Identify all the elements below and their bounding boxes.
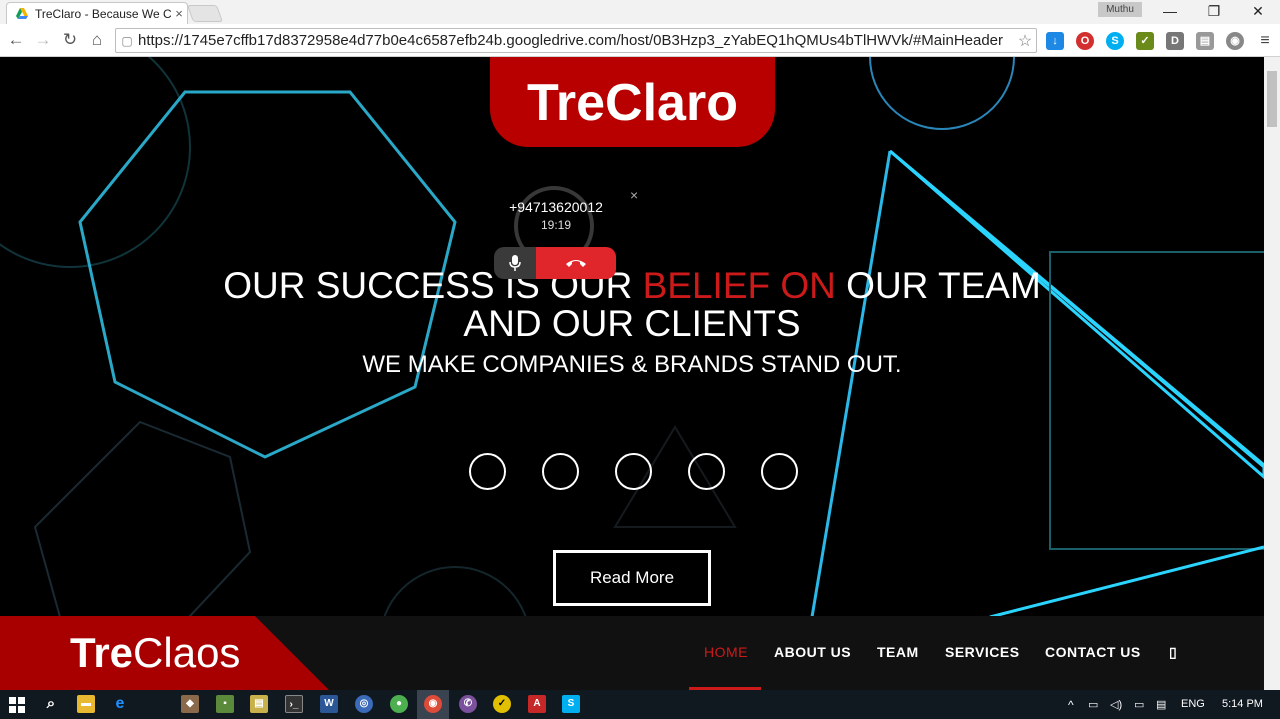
windows-start-icon[interactable] (9, 697, 25, 713)
bookmark-star-icon[interactable]: ☆ (1014, 31, 1036, 51)
windows-taskbar: ⌕ ▬ e ◆ ▪ ▤ ›_ W ◎ ● ◉ ✆ ✓ A S ^ ▭ ◁) ▭ … (0, 690, 1280, 719)
hero-logo[interactable]: TreClaro (490, 57, 775, 147)
call-duration: 19:19 (540, 218, 572, 232)
back-icon[interactable]: ← (5, 29, 27, 51)
main-navbar: TreClaos HOME ABOUT US TEAM SERVICES CON… (0, 616, 1264, 690)
edge-icon[interactable]: e (111, 695, 129, 713)
title-bar: TreClaro - Because We Car × Muthu — ❐ ✕ (0, 0, 1280, 24)
google-drive-icon (16, 7, 28, 19)
slider-dot[interactable] (469, 453, 506, 490)
new-tab-button[interactable] (186, 5, 224, 22)
notification-icon[interactable]: ▤ (1156, 698, 1166, 711)
notepad-icon[interactable]: ▤ (250, 695, 268, 713)
slider-dot[interactable] (761, 453, 798, 490)
close-window-button[interactable]: ✕ (1236, 0, 1280, 22)
hang-up-button[interactable] (536, 247, 616, 279)
tab-title: TreClaro - Because We Car (35, 6, 171, 21)
volume-icon[interactable]: ◁) (1110, 698, 1122, 711)
navbar-logo[interactable]: TreClaos (0, 616, 330, 690)
hero-logo-text: TreClaro (527, 74, 738, 132)
slider-dot[interactable] (542, 453, 579, 490)
tray-chevron-icon[interactable]: ^ (1068, 698, 1074, 712)
page-scrollbar[interactable] (1264, 57, 1280, 690)
url-text[interactable]: https://1745e7cffb17d8372958e4d77b0e4c65… (138, 32, 1014, 49)
norton-icon[interactable]: ✓ (493, 695, 511, 713)
pages-icon[interactable]: ▤ (1196, 32, 1214, 50)
home-icon[interactable]: ⌂ (86, 29, 108, 51)
network-icon[interactable]: ▭ (1088, 698, 1098, 711)
chrome-icon[interactable]: ◉ (424, 695, 442, 713)
read-more-button[interactable]: Read More (553, 550, 711, 606)
skype-icon[interactable]: S (1106, 32, 1124, 50)
headline-part2: OUR TEAM (835, 265, 1041, 306)
call-close-icon[interactable]: × (630, 187, 638, 203)
forward-icon[interactable]: → (32, 29, 54, 51)
cmd-icon[interactable]: ›_ (285, 695, 303, 713)
app-icon[interactable]: ◆ (181, 695, 199, 713)
navbar-logo-text: TreClaos (70, 629, 241, 676)
file-explorer-icon[interactable]: ▬ (77, 695, 95, 713)
search-icon[interactable]: ⌕ (42, 695, 60, 713)
page-content: TreClaro OUR SUCCESS IS OUR BELIEF ON OU… (0, 57, 1264, 690)
hero-subline: WE MAKE COMPANIES & BRANDS STAND OUT. (362, 351, 902, 378)
minimize-button[interactable]: — (1148, 0, 1192, 22)
nav-search-icon[interactable]: ▯ (1169, 644, 1177, 661)
headline-accent: BELIEF ON (642, 265, 836, 306)
nav-about-us[interactable]: ABOUT US (774, 644, 851, 660)
app-green-icon[interactable]: ● (390, 695, 408, 713)
nav-home[interactable]: HOME (704, 644, 748, 660)
page-icon: ▢ (121, 33, 133, 48)
slider-dot[interactable] (688, 453, 725, 490)
call-number: +94713620012 (509, 199, 603, 215)
microphone-icon (509, 255, 521, 271)
menu-icon[interactable]: ≡ (1256, 32, 1274, 50)
reload-icon[interactable]: ↻ (59, 29, 81, 51)
download-icon[interactable]: ↓ (1046, 32, 1064, 50)
tab-close-icon[interactable]: × (171, 6, 187, 21)
slider-dot[interactable] (615, 453, 652, 490)
viber-icon[interactable]: ✆ (459, 695, 477, 713)
browser-toolbar: ← → ↻ ⌂ ▢ https://1745e7cffb17d8372958e4… (0, 24, 1280, 57)
headline-line2: AND OUR CLIENTS (463, 303, 801, 344)
word-icon[interactable]: W (320, 695, 338, 713)
app-blue-icon[interactable]: ◎ (355, 695, 373, 713)
browser-tab[interactable]: TreClaro - Because We Car × (6, 2, 188, 24)
call-widget: +94713620012 19:19 × (494, 186, 654, 281)
microphone-button[interactable] (494, 247, 536, 279)
nav-services[interactable]: SERVICES (945, 644, 1020, 660)
scroll-thumb[interactable] (1267, 71, 1277, 127)
battery-icon[interactable]: ▭ (1134, 698, 1144, 711)
opera-icon[interactable]: O (1076, 32, 1094, 50)
language-indicator[interactable]: ENG (1181, 698, 1205, 710)
checkmark-icon[interactable]: ✓ (1136, 32, 1154, 50)
restore-button[interactable]: ❐ (1192, 0, 1236, 22)
circle-icon[interactable]: ◉ (1226, 32, 1244, 50)
acrobat-icon[interactable]: A (528, 695, 546, 713)
notes-icon[interactable]: ▪ (216, 695, 234, 713)
nav-contact-us[interactable]: CONTACT US (1045, 644, 1141, 660)
nav-team[interactable]: TEAM (877, 644, 919, 660)
phone-hangup-icon (566, 260, 586, 267)
profile-badge[interactable]: Muthu (1098, 2, 1142, 17)
d-icon[interactable]: D (1166, 32, 1184, 50)
skype-taskbar-icon[interactable]: S (562, 695, 580, 713)
slider-dots (469, 453, 799, 493)
clock[interactable]: 5:14 PM (1222, 698, 1263, 710)
address-bar[interactable]: ▢ https://1745e7cffb17d8372958e4d77b0e4c… (115, 28, 1037, 53)
call-controls (494, 247, 616, 279)
